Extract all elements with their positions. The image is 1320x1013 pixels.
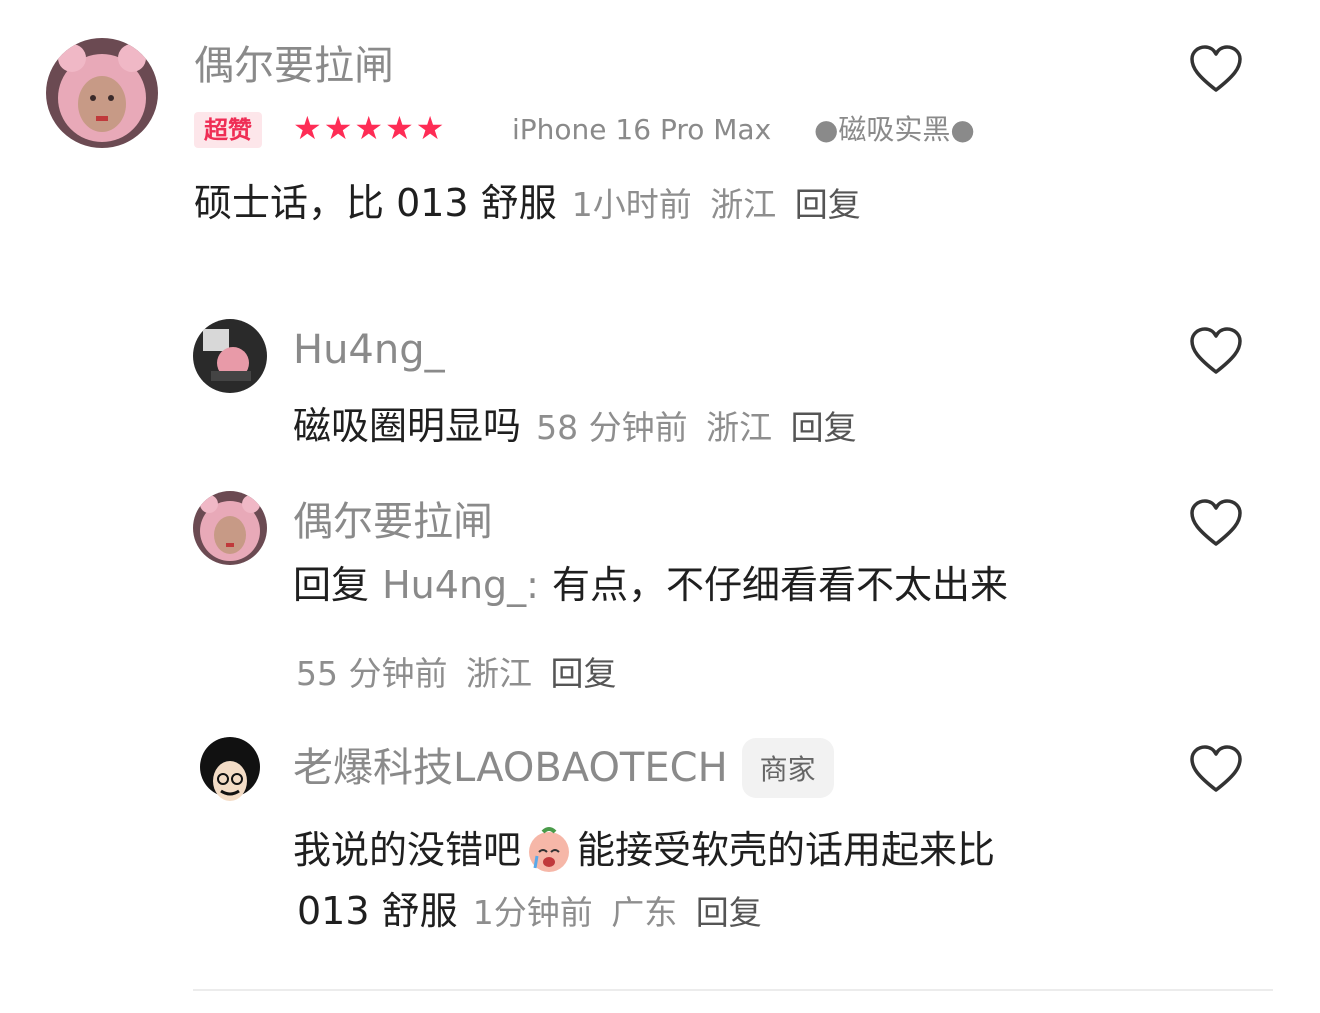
reply-button[interactable]: 回复 (795, 185, 861, 224)
reply-location: 浙江 (465, 654, 532, 693)
reply-button[interactable]: 回复 (791, 408, 857, 447)
avatar-pink-bear-icon (193, 491, 267, 565)
reply-location: 广东 (611, 893, 678, 932)
reply-time: 55 分钟前 (296, 654, 448, 693)
reply-time: 1分钟前 (472, 893, 593, 932)
reply-button[interactable]: 回复 (696, 893, 762, 932)
divider (193, 989, 1273, 991)
like-heart-icon[interactable] (1188, 498, 1244, 548)
like-heart-icon[interactable] (1188, 744, 1244, 794)
product-variant: ●磁吸实黑● (814, 113, 975, 146)
reply-text: 我说的没错吧 (293, 828, 522, 872)
like-heart-icon[interactable] (1188, 326, 1244, 376)
like-heart-icon[interactable] (1188, 44, 1244, 94)
super-like-badge: 超赞 (194, 112, 262, 148)
crying-face-emoji-icon (529, 827, 570, 872)
reply-username[interactable]: 老爆科技LAOBAOTECH (293, 748, 728, 788)
comment-text: 硕士话，比 013 舒服 (194, 181, 557, 225)
reply-text: 磁吸圈明显吗 (293, 404, 522, 448)
reply-username[interactable]: Hu4ng_ (293, 330, 445, 370)
rating-stars: ★★★★★ (293, 109, 447, 147)
reply-time: 58 分钟前 (536, 408, 688, 447)
reply-text: 013 舒服 (297, 889, 458, 933)
reply-location: 浙江 (706, 408, 773, 447)
reply-text: 有点，不仔细看看不太出来 (552, 563, 1009, 607)
comment-time: 1小时前 (571, 185, 692, 224)
avatar[interactable] (193, 737, 267, 811)
avatar-pink-bear-icon (46, 38, 158, 148)
avatar[interactable] (193, 319, 267, 393)
avatar[interactable] (193, 491, 267, 565)
comment-location: 浙江 (710, 185, 777, 224)
reply-text: 能接受软壳的话用起来比 (577, 828, 996, 872)
reply-username[interactable]: 偶尔要拉闸 (293, 502, 493, 542)
reply-prefix: 回复 (293, 563, 370, 607)
reply-button[interactable]: 回复 (550, 654, 616, 693)
merchant-badge: 商家 (741, 738, 834, 798)
avatar-afro-glasses-icon (193, 737, 267, 811)
avatar[interactable] (46, 38, 158, 148)
device-model: iPhone 16 Pro Max (512, 113, 772, 146)
reply-to-username[interactable]: Hu4ng_: (382, 563, 539, 607)
comment-username[interactable]: 偶尔要拉闸 (194, 46, 394, 86)
avatar-cartoon-icon (193, 319, 267, 393)
